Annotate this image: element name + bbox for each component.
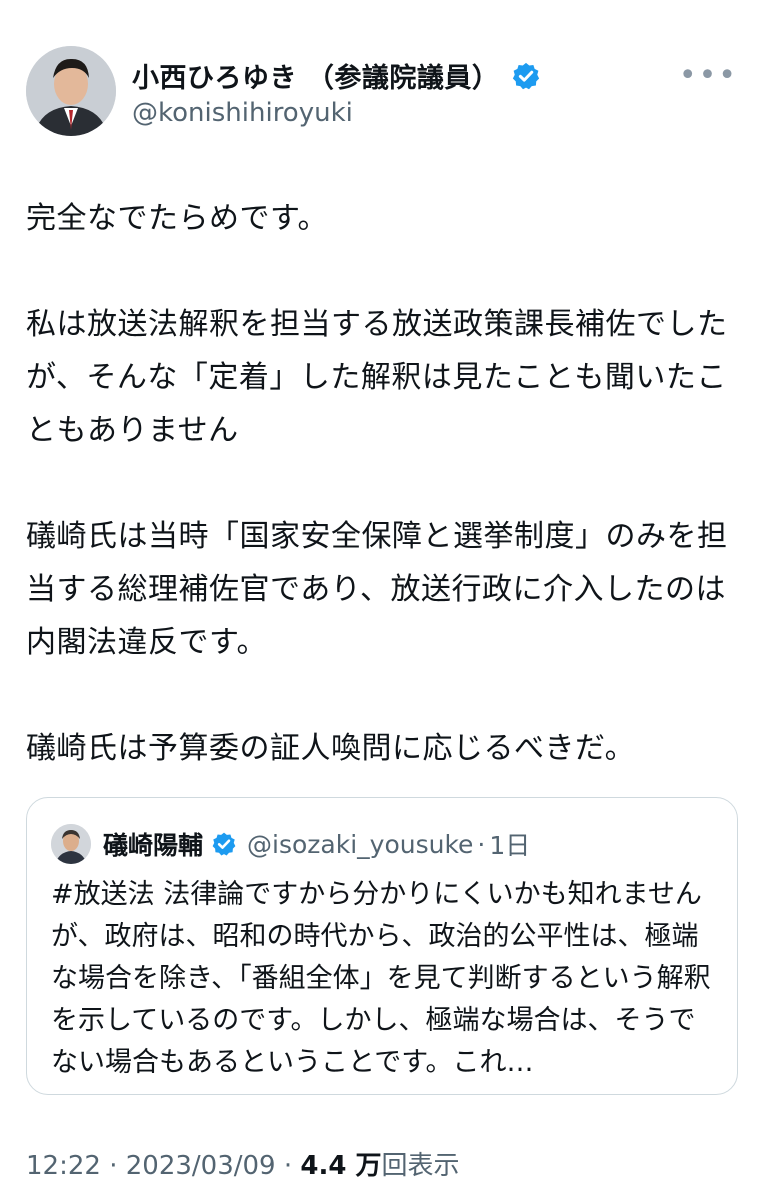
tweet-text: 完全なでたらめです。 私は放送法解釈を担当する放送政策課長補佐でしたが、そんな「… [26, 201, 728, 766]
author-avatar[interactable] [26, 46, 116, 136]
quoted-tweet[interactable]: 礒崎陽輔 @isozaki_yousuke · 1日 #放送法 法律論ですから分… [26, 797, 738, 1095]
tweet-time[interactable]: 12:22 [26, 1151, 101, 1181]
quoted-author-handle: @isozaki_yousuke [247, 829, 474, 859]
author-handle[interactable]: @konishihiroyuki [132, 98, 353, 128]
meta-separator: · [100, 1151, 126, 1181]
verified-badge-icon [513, 62, 540, 89]
quoted-verified-badge-icon [212, 832, 236, 856]
tweet-meta: 12:22 · 2023/03/09 · 4.4 万回表示 [26, 1145, 460, 1182]
quoted-separator: · [477, 829, 486, 859]
more-options-icon[interactable]: ••• [679, 58, 738, 93]
quoted-timestamp: 1日 [489, 831, 531, 860]
quoted-author-avatar [51, 824, 91, 864]
meta-separator: · [275, 1151, 301, 1181]
quoted-tweet-header: 礒崎陽輔 @isozaki_yousuke · 1日 [51, 824, 530, 864]
tweet-header: 小西ひろゆき （参議院議員） @konishihiroyuki ••• [26, 46, 738, 142]
author-name[interactable]: 小西ひろゆき （参議院議員） [132, 56, 499, 95]
quoted-tweet-text: #放送法 法律論ですから分かりにくいかも知れませんが、政府は、昭和の時代から、政… [51, 879, 711, 1078]
author-name-row: 小西ひろゆき （参議院議員） [132, 56, 541, 95]
quoted-author-name: 礒崎陽輔 [103, 831, 204, 860]
views-count: 4.4 万 [300, 1151, 382, 1181]
views-label: 回表示 [381, 1151, 460, 1181]
tweet-date[interactable]: 2023/03/09 [126, 1151, 276, 1181]
